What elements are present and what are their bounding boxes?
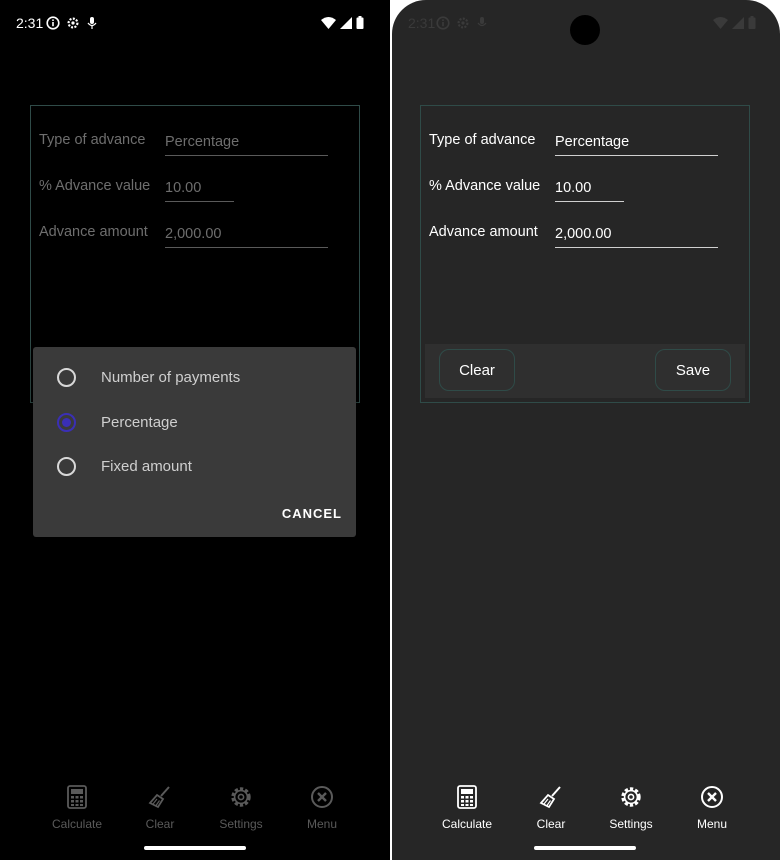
nav-settings[interactable]: Settings bbox=[591, 785, 671, 831]
option-label: Number of payments bbox=[101, 369, 241, 386]
nav-label: Calculate bbox=[441, 817, 493, 831]
option-label: Fixed amount bbox=[101, 458, 192, 475]
battery-icon bbox=[356, 16, 364, 29]
option-label: Percentage bbox=[101, 414, 178, 431]
mic-icon bbox=[476, 16, 488, 30]
nav-calculate[interactable]: Calculate bbox=[37, 785, 117, 831]
advance-amount-row: Advance amount 2,000.00 bbox=[429, 224, 739, 254]
wifi-icon bbox=[321, 16, 336, 29]
advance-amount-row: Advance amount 2,000.00 bbox=[39, 224, 349, 254]
radio-unchecked[interactable] bbox=[57, 368, 76, 387]
mic-icon bbox=[86, 16, 98, 30]
type-of-advance-label: Type of advance bbox=[39, 132, 146, 148]
advance-amount-label: Advance amount bbox=[429, 224, 538, 240]
signal-icon bbox=[340, 16, 352, 29]
nav-menu[interactable]: Menu bbox=[672, 785, 752, 831]
bottom-nav: Calculate Clear Settings Menu bbox=[392, 785, 780, 845]
radio-checked[interactable] bbox=[57, 413, 76, 432]
nav-clear[interactable]: Clear bbox=[511, 785, 591, 831]
advance-value-label: % Advance value bbox=[429, 178, 541, 194]
radio-unchecked[interactable] bbox=[57, 457, 76, 476]
form-button-bar: Clear Save bbox=[425, 344, 745, 398]
nav-menu[interactable]: Menu bbox=[282, 785, 362, 831]
signal-icon bbox=[732, 16, 744, 29]
camera-cutout bbox=[570, 15, 600, 45]
battery-icon bbox=[748, 16, 756, 29]
nav-label: Menu bbox=[306, 817, 338, 831]
type-of-advance-label: Type of advance bbox=[429, 132, 536, 148]
nav-label: Clear bbox=[536, 817, 566, 831]
status-time: 2:31 bbox=[408, 15, 436, 31]
type-of-advance-row: Type of advance Percentage bbox=[429, 132, 739, 162]
advance-type-dialog: Number of payments Percentage Fixed amou… bbox=[33, 347, 356, 537]
nav-label: Clear bbox=[145, 817, 175, 831]
nav-settings[interactable]: Settings bbox=[201, 785, 281, 831]
close-circle-icon bbox=[310, 785, 334, 809]
gear-icon bbox=[229, 785, 253, 809]
type-of-advance-row: Type of advance Percentage bbox=[39, 132, 349, 162]
advance-value-field[interactable]: 10.00 bbox=[555, 180, 624, 202]
nav-label: Settings bbox=[609, 817, 653, 831]
cancel-button[interactable]: Cancel bbox=[282, 506, 342, 521]
advance-form-card: Type of advance Percentage % Advance val… bbox=[420, 105, 750, 403]
gear-status-icon bbox=[456, 16, 470, 30]
broom-icon bbox=[539, 785, 563, 809]
nav-calculate[interactable]: Calculate bbox=[427, 785, 507, 831]
advance-amount-label: Advance amount bbox=[39, 224, 148, 240]
home-indicator[interactable] bbox=[144, 846, 246, 850]
nav-label: Calculate bbox=[51, 817, 103, 831]
advance-value-row: % Advance value 10.00 bbox=[39, 178, 349, 208]
status-bar: 2:31 bbox=[0, 12, 390, 36]
nav-label: Settings bbox=[219, 817, 263, 831]
advance-value-label: % Advance value bbox=[39, 178, 151, 194]
advance-value-row: % Advance value 10.00 bbox=[429, 178, 739, 208]
info-icon bbox=[46, 16, 60, 30]
save-button[interactable]: Save bbox=[655, 349, 731, 391]
home-indicator[interactable] bbox=[534, 846, 636, 850]
bottom-nav: Calculate Clear Settings Menu bbox=[0, 785, 390, 845]
close-circle-icon bbox=[700, 785, 724, 809]
type-of-advance-field[interactable]: Percentage bbox=[165, 134, 328, 156]
nav-label: Menu bbox=[696, 817, 728, 831]
option-percentage[interactable]: Percentage bbox=[33, 404, 356, 440]
option-fixed-amount[interactable]: Fixed amount bbox=[33, 448, 356, 484]
clear-button[interactable]: Clear bbox=[439, 349, 515, 391]
calculator-icon bbox=[457, 785, 477, 809]
nav-clear[interactable]: Clear bbox=[120, 785, 200, 831]
option-number-of-payments[interactable]: Number of payments bbox=[33, 359, 356, 395]
advance-amount-field[interactable]: 2,000.00 bbox=[555, 226, 718, 248]
calculator-icon bbox=[67, 785, 87, 809]
info-icon bbox=[436, 16, 450, 30]
gear-icon bbox=[619, 785, 643, 809]
phone-screen-form: 2:31 Type of advance Percentage % Advanc… bbox=[392, 0, 780, 860]
broom-icon bbox=[148, 785, 172, 809]
wifi-icon bbox=[713, 16, 728, 29]
type-of-advance-field[interactable]: Percentage bbox=[555, 134, 718, 156]
gear-status-icon bbox=[66, 16, 80, 30]
status-time: 2:31 bbox=[16, 15, 44, 31]
advance-value-field[interactable]: 10.00 bbox=[165, 180, 234, 202]
advance-amount-field[interactable]: 2,000.00 bbox=[165, 226, 328, 248]
phone-screen-dialog: 2:31 Type of advance Percentage % Advanc… bbox=[0, 0, 390, 860]
